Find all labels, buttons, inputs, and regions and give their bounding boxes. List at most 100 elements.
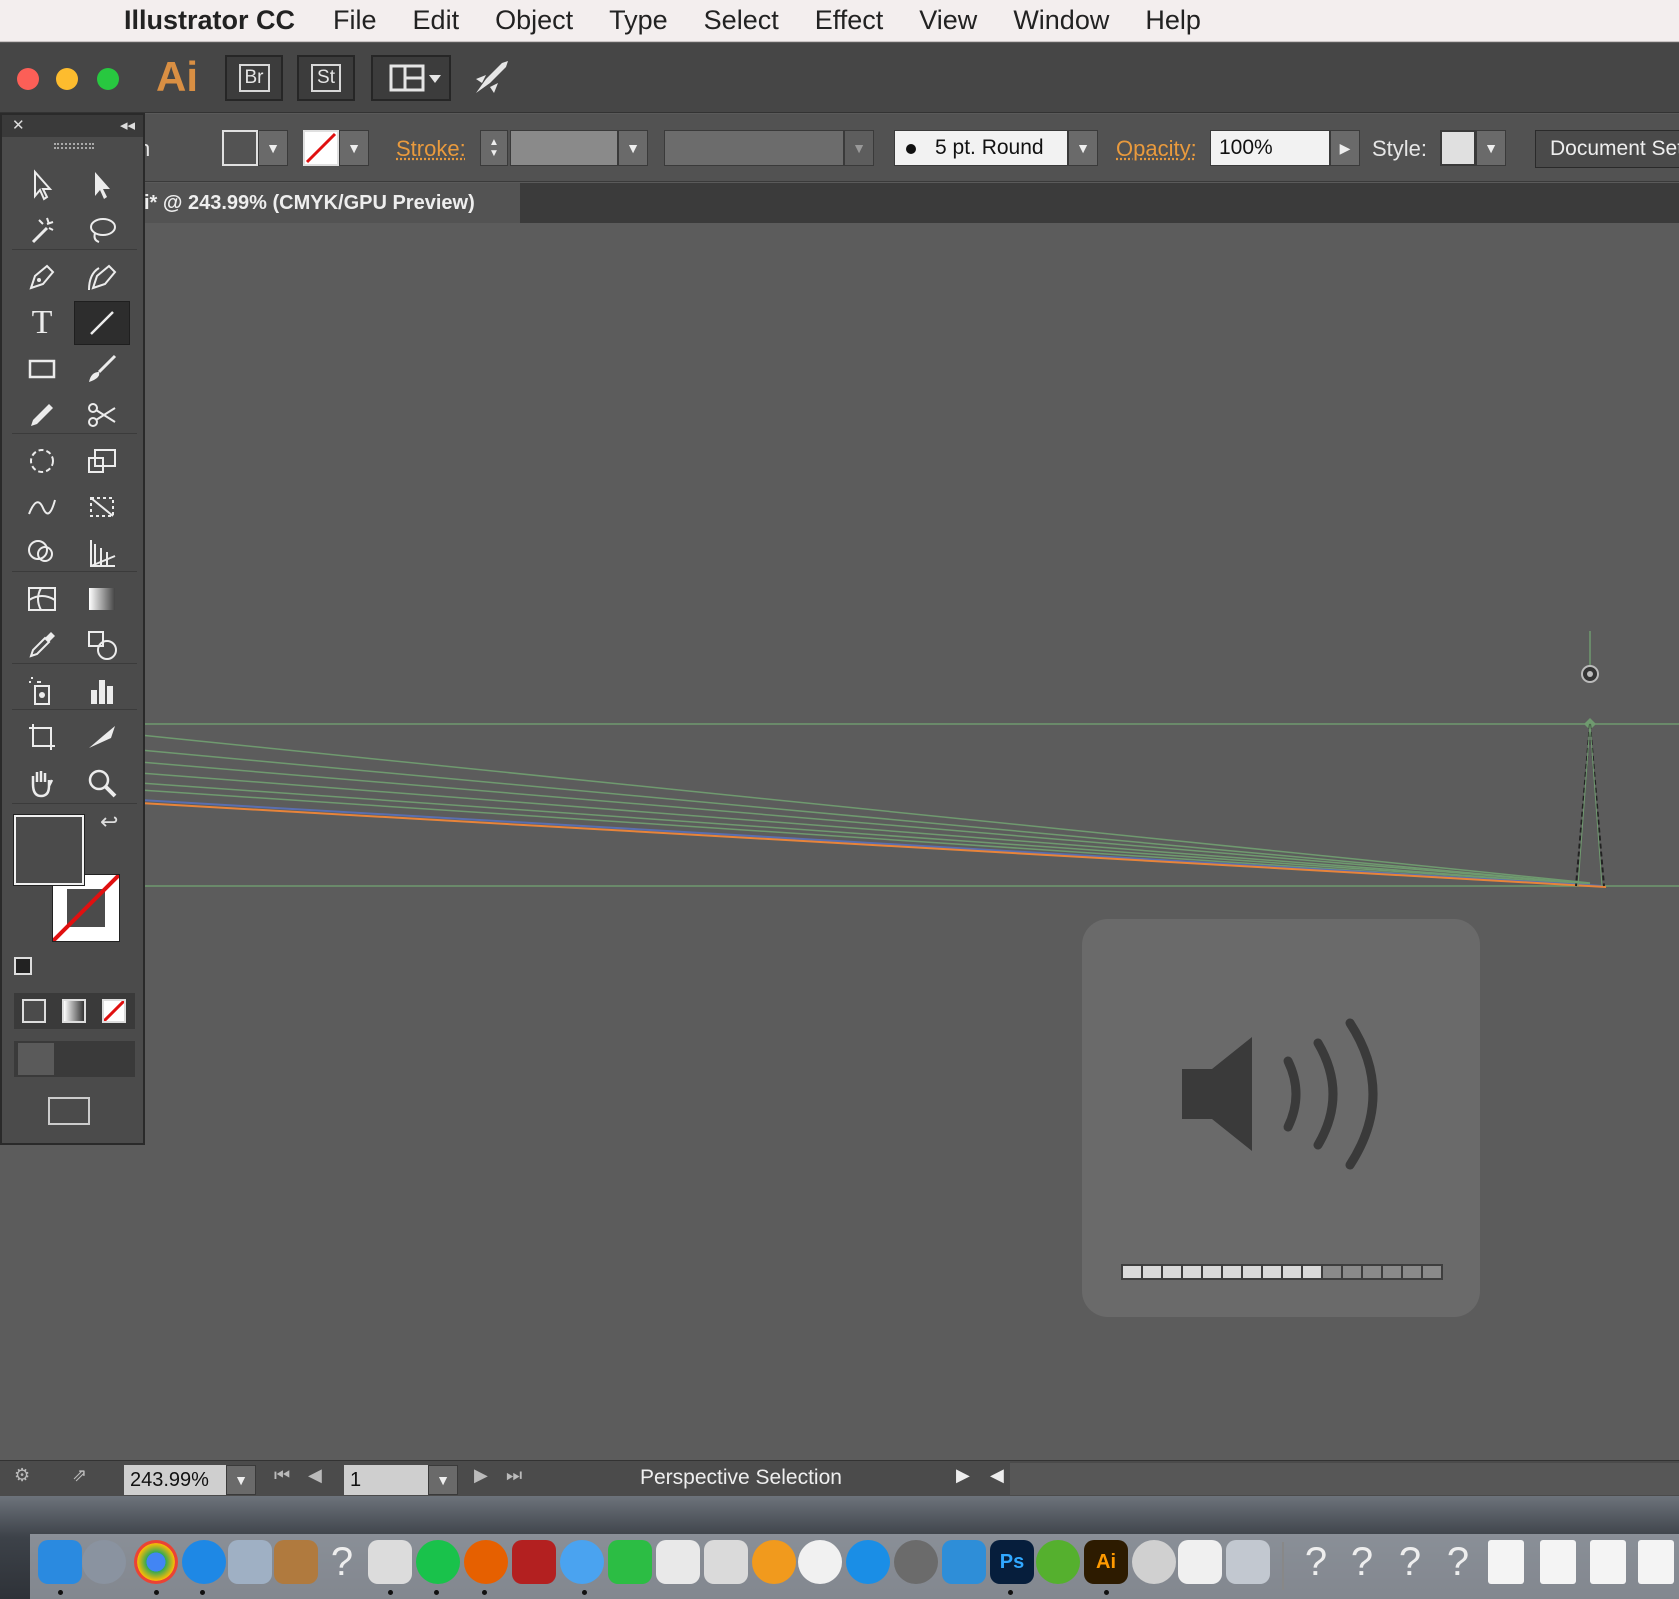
draw-behind-button[interactable] <box>58 1043 94 1075</box>
draw-inside-button[interactable] <box>98 1043 134 1075</box>
collapse-panel-icon[interactable]: ◂◂ <box>120 116 135 134</box>
menu-view[interactable]: View <box>919 5 977 36</box>
width-tool[interactable] <box>14 485 70 529</box>
share-icon[interactable]: ⇗ <box>72 1465 87 1486</box>
blend-tool[interactable] <box>74 623 130 667</box>
stroke-weight-input[interactable] <box>510 130 618 166</box>
app-menu[interactable]: Illustrator CC <box>124 5 295 36</box>
tools-panel[interactable]: ✕ ◂◂ T ↩ <box>0 113 145 1145</box>
brush-dropdown[interactable]: ▼ <box>1068 130 1098 166</box>
minimize-window-button[interactable] <box>56 68 78 90</box>
menu-help[interactable]: Help <box>1145 5 1201 36</box>
rotate-tool[interactable] <box>14 439 70 483</box>
gpu-status-icon[interactable]: ⚙ <box>14 1465 30 1486</box>
graphic-style-swatch[interactable] <box>1440 130 1476 166</box>
stock-button[interactable]: St <box>297 55 355 101</box>
network-utility-icon[interactable] <box>368 1540 412 1584</box>
disk-utility-icon[interactable] <box>1132 1540 1176 1584</box>
numbers-icon[interactable] <box>656 1540 700 1584</box>
perspective-grid-tool[interactable] <box>74 531 130 575</box>
menu-edit[interactable]: Edit <box>413 5 460 36</box>
artboard-number-input[interactable]: 1 <box>344 1465 428 1495</box>
panel-grip[interactable] <box>54 143 94 149</box>
hand-tool[interactable] <box>14 761 70 805</box>
unknown-doc-icon[interactable]: ? <box>1340 1540 1384 1584</box>
finder-icon[interactable] <box>38 1540 82 1584</box>
tools-panel-header[interactable]: ✕ ◂◂ <box>2 115 143 137</box>
zoom-tool[interactable] <box>74 761 130 805</box>
pencil-tool[interactable] <box>14 393 70 437</box>
chrome-icon[interactable] <box>134 1540 178 1584</box>
opacity-slider-button[interactable]: ▶ <box>1330 130 1360 166</box>
photo-booth-icon[interactable] <box>512 1540 556 1584</box>
draw-normal-button[interactable] <box>18 1043 54 1075</box>
symbol-sprayer-tool[interactable] <box>14 669 70 713</box>
photoshop-icon[interactable]: Ps <box>990 1540 1034 1584</box>
stroke-label[interactable]: Stroke: <box>396 136 466 162</box>
app-store-icon[interactable] <box>846 1540 890 1584</box>
teamviewer-icon[interactable] <box>942 1540 986 1584</box>
variable-width-dropdown[interactable]: ▼ <box>844 130 874 166</box>
ibooks-icon[interactable] <box>752 1540 796 1584</box>
menu-object[interactable]: Object <box>495 5 573 36</box>
free-transform-tool[interactable] <box>74 485 130 529</box>
safari-icon[interactable] <box>182 1540 226 1584</box>
fill-swatch[interactable] <box>222 130 258 166</box>
last-artboard-icon[interactable]: ⏭ <box>506 1465 522 1486</box>
preview-icon[interactable] <box>228 1540 272 1584</box>
jpeg-file-icon[interactable] <box>1590 1540 1626 1584</box>
fill-dropdown[interactable]: ▼ <box>258 130 288 166</box>
lasso-tool[interactable] <box>74 209 130 253</box>
magic-wand-tool[interactable] <box>14 209 70 253</box>
zoom-level-input[interactable]: 243.99% <box>124 1465 226 1495</box>
mesh-tool[interactable] <box>14 577 70 621</box>
swap-fill-stroke-icon[interactable]: ↩ <box>100 809 118 835</box>
bridge-button[interactable]: Br <box>225 55 283 101</box>
keynote-icon[interactable] <box>704 1540 748 1584</box>
jpeg-file-icon[interactable] <box>1540 1540 1576 1584</box>
document-tab[interactable]: i* @ 243.99% (CMYK/GPU Preview) <box>140 183 520 223</box>
zoom-dropdown[interactable]: ▼ <box>226 1465 256 1495</box>
scale-tool[interactable] <box>74 439 130 483</box>
none-mode-button[interactable] <box>102 999 126 1023</box>
color-mode-button[interactable] <box>22 999 46 1023</box>
pen-tool[interactable] <box>14 255 70 299</box>
direct-selection-tool[interactable] <box>74 163 130 207</box>
firefox-icon[interactable] <box>464 1540 508 1584</box>
first-artboard-icon[interactable]: ⏮ <box>274 1465 290 1486</box>
utorrent-icon[interactable] <box>1036 1540 1080 1584</box>
unknown-app-icon[interactable]: ? <box>320 1540 364 1584</box>
stroke-dropdown[interactable]: ▼ <box>339 130 369 166</box>
brush-definition-field[interactable]: 5 pt. Round <box>894 130 1068 166</box>
type-tool[interactable]: T <box>14 301 70 345</box>
stroke-weight-dropdown[interactable]: ▼ <box>618 130 648 166</box>
rectangle-tool[interactable] <box>14 347 70 391</box>
unknown-doc-icon[interactable]: ? <box>1388 1540 1432 1584</box>
column-graph-tool[interactable] <box>74 669 130 713</box>
close-panel-icon[interactable]: ✕ <box>12 116 25 134</box>
selection-tool[interactable] <box>14 163 70 207</box>
contacts-icon[interactable] <box>274 1540 318 1584</box>
scissors-tool[interactable] <box>74 393 130 437</box>
status-menu-icon[interactable]: ▶ <box>956 1465 970 1486</box>
gradient-tool[interactable] <box>74 577 130 621</box>
facetime-icon[interactable] <box>608 1540 652 1584</box>
system-preferences-icon[interactable] <box>894 1540 938 1584</box>
curvature-tool[interactable] <box>74 255 130 299</box>
document-setup-button[interactable]: Document Setup <box>1535 130 1679 168</box>
menu-file[interactable]: File <box>333 5 377 36</box>
textedit-icon[interactable] <box>1178 1540 1222 1584</box>
illustrator-dock-icon[interactable]: Ai <box>1084 1540 1128 1584</box>
next-artboard-icon[interactable]: ▶ <box>474 1465 488 1486</box>
zoom-window-button[interactable] <box>97 68 119 90</box>
image-capture-icon[interactable] <box>1226 1540 1270 1584</box>
jpeg-file-icon[interactable] <box>1638 1540 1674 1584</box>
opacity-label[interactable]: Opacity: <box>1116 136 1197 162</box>
horizontal-scrollbar[interactable] <box>1010 1463 1679 1495</box>
close-window-button[interactable] <box>17 68 39 90</box>
itunes-icon[interactable] <box>798 1540 842 1584</box>
artboard-dropdown[interactable]: ▼ <box>428 1465 458 1495</box>
gpu-performance-icon[interactable] <box>472 57 512 106</box>
artboard-tool[interactable] <box>14 715 70 759</box>
unknown-doc-icon[interactable]: ? <box>1436 1540 1480 1584</box>
